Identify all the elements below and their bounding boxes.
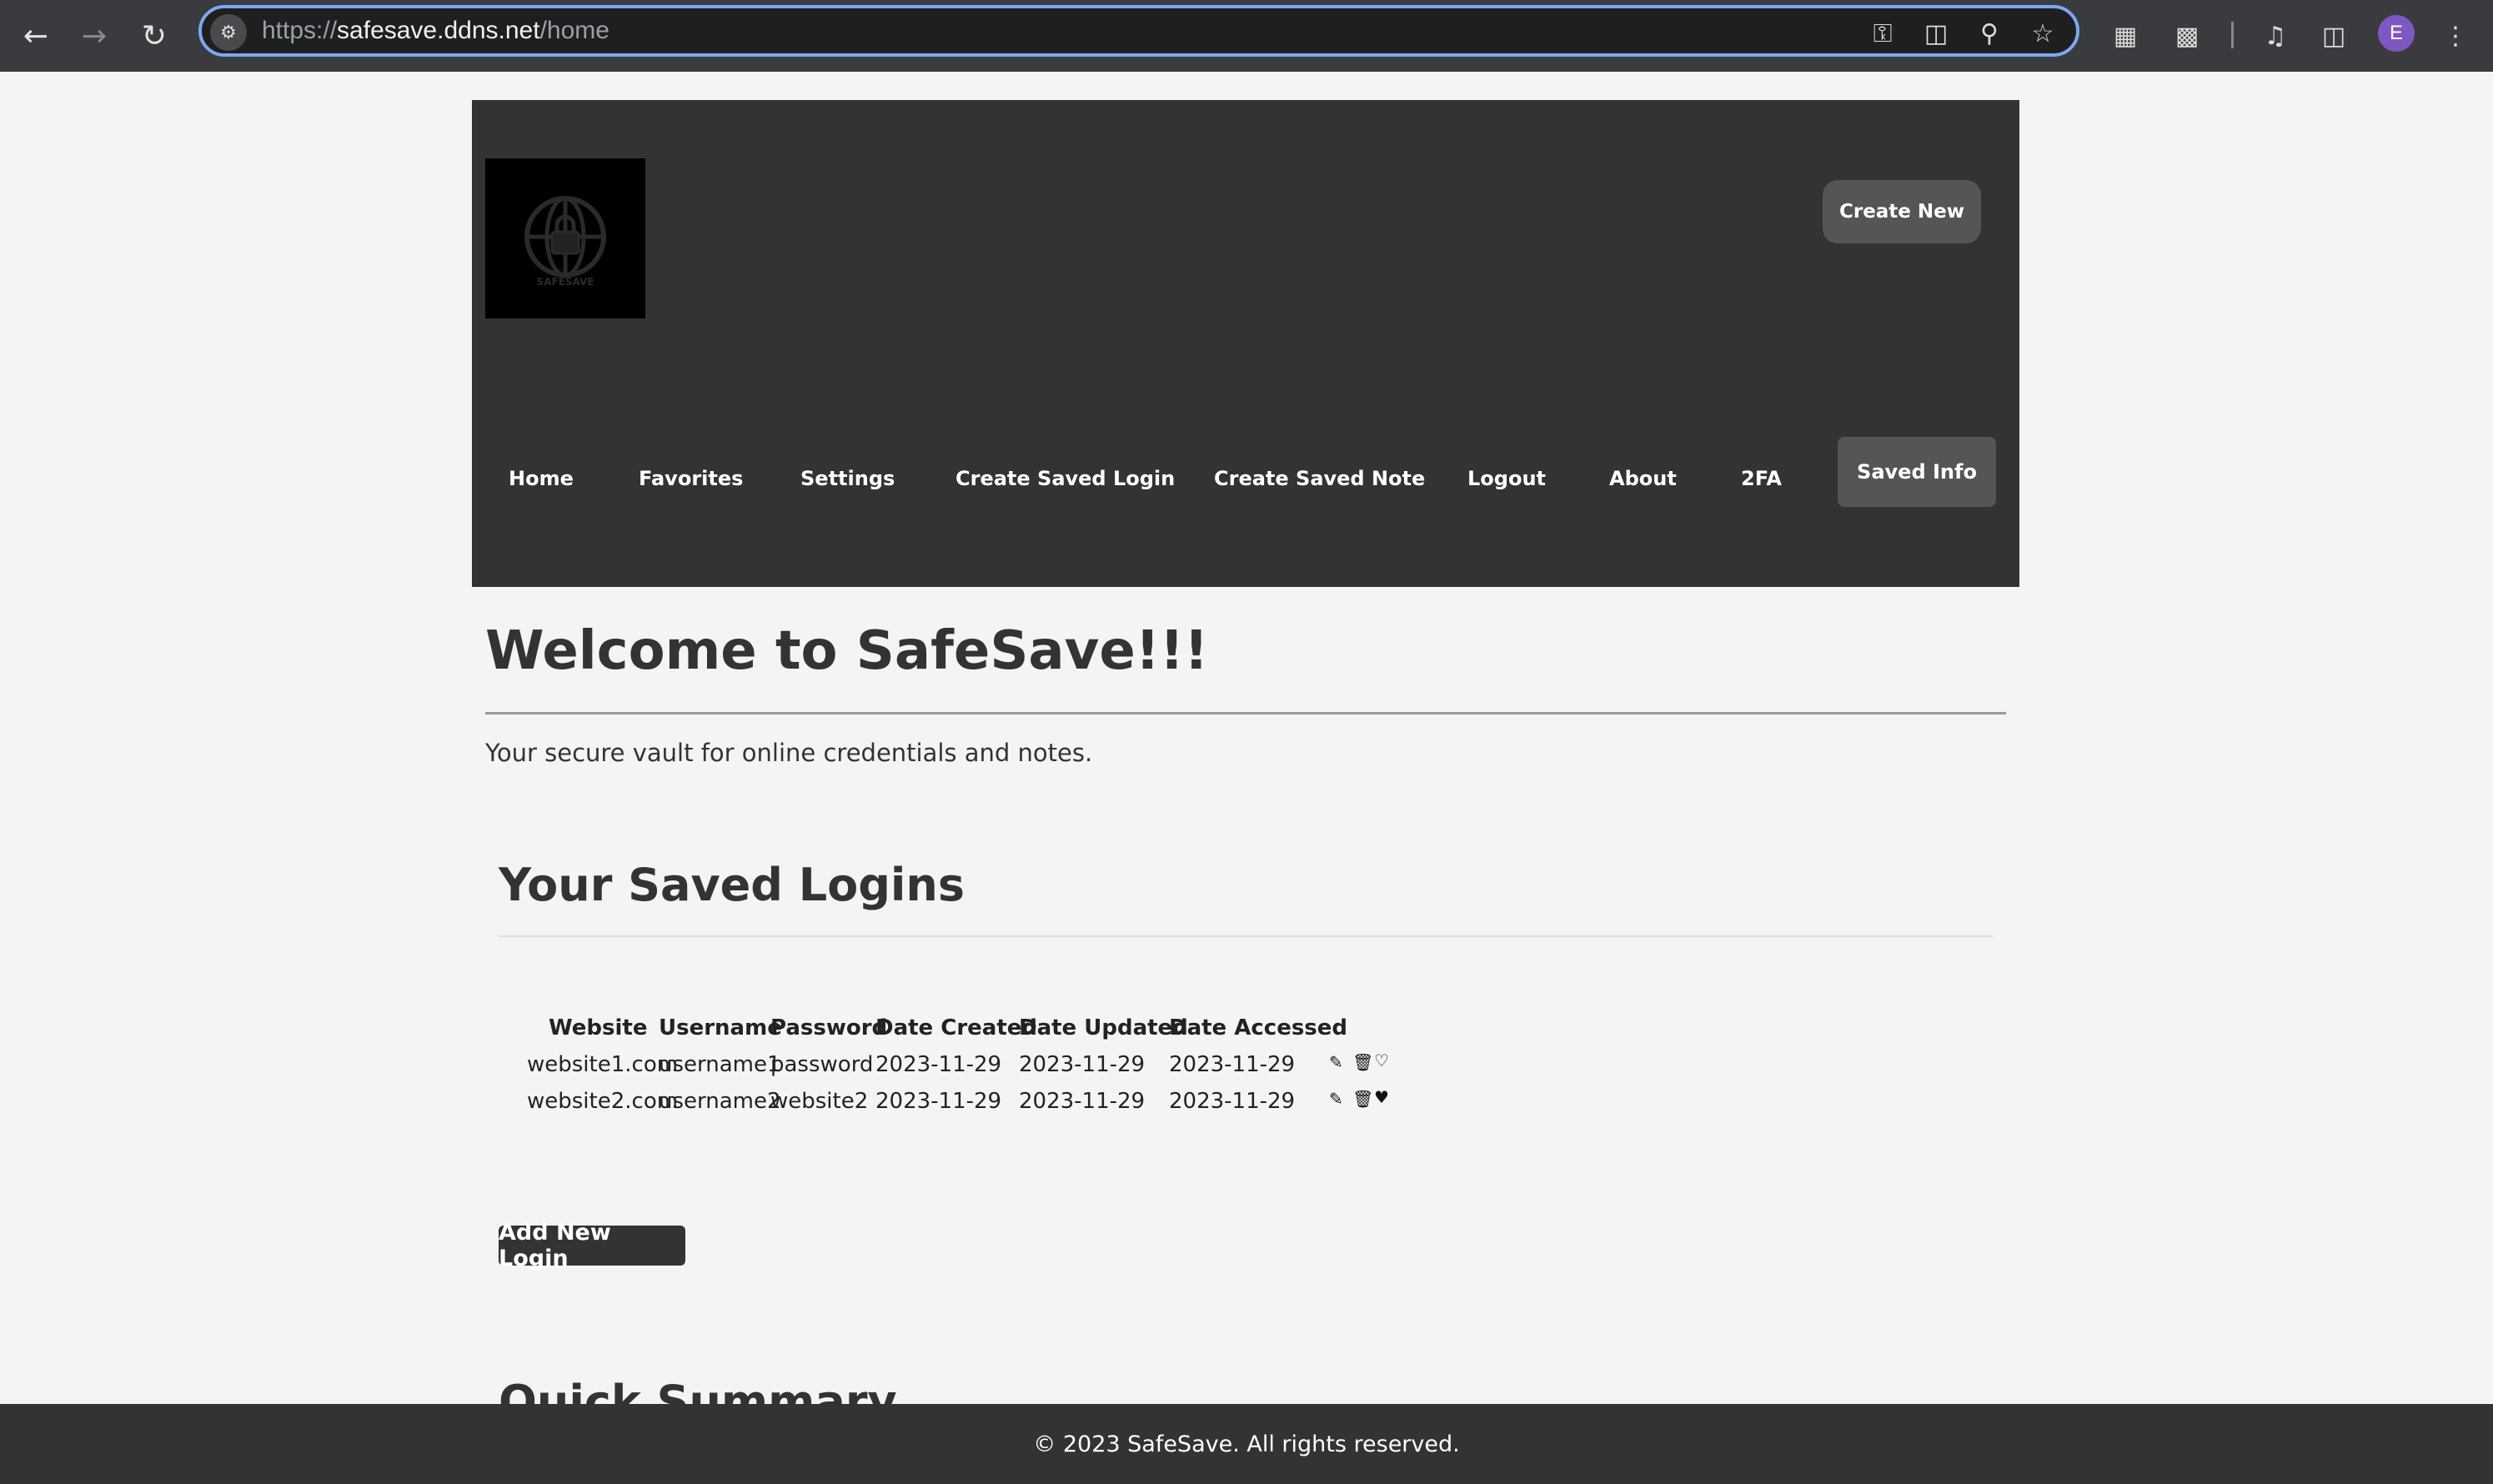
cell-created: 2023-11-29	[875, 1052, 1002, 1077]
nav-home[interactable]: Home	[509, 467, 574, 490]
nav-about[interactable]: About	[1609, 467, 1677, 490]
globe-lock-icon: SAFESAVE	[524, 196, 606, 288]
back-icon[interactable]: ←	[15, 15, 57, 57]
footer: © 2023 SafeSave. All rights reserved.	[0, 1404, 2493, 1484]
install-icon[interactable]: ◫	[1919, 17, 1953, 50]
cell-accessed: 2023-11-29	[1169, 1052, 1296, 1077]
edit-icon[interactable]: ✎	[1329, 1089, 1343, 1109]
add-new-login-button[interactable]: Add New Login	[499, 1220, 685, 1271]
logo[interactable]: SAFESAVE	[485, 158, 645, 318]
divider	[485, 712, 2006, 714]
url-text[interactable]: https://safesave.ddns.net/home	[262, 17, 609, 45]
trash-icon[interactable]: 🗑	[1352, 1089, 1373, 1109]
trash-icon[interactable]: 🗑	[1352, 1052, 1373, 1072]
nav-logout[interactable]: Logout	[1467, 467, 1546, 490]
cell-updated: 2023-11-29	[1019, 1089, 1146, 1114]
cell-created: 2023-11-29	[875, 1089, 1002, 1114]
nav-create-saved-login[interactable]: Create Saved Login	[956, 467, 1175, 490]
nav-2fa[interactable]: 2FA	[1741, 467, 1782, 490]
toolbar-divider	[2231, 22, 2234, 48]
create-new-button[interactable]: Create New	[1823, 180, 1981, 243]
column-header-website: Website	[549, 1015, 648, 1040]
cell-password: password	[770, 1052, 874, 1077]
column-header-updated: Date Updated	[1019, 1015, 1188, 1040]
divider	[499, 935, 1993, 937]
heart-filled-icon[interactable]: ♥	[1374, 1087, 1389, 1107]
media-icon[interactable]: ♫	[2256, 17, 2295, 55]
avatar[interactable]: E	[2378, 15, 2415, 52]
copyright-text: © 2023 SafeSave. All rights reserved.	[1033, 1431, 1460, 1457]
tagline: Your secure vault for online credentials…	[485, 739, 1093, 767]
cell-website: website1.com	[527, 1052, 679, 1077]
nav-favorites[interactable]: Favorites	[639, 467, 743, 490]
cell-updated: 2023-11-29	[1019, 1052, 1146, 1077]
key-icon[interactable]: ⚿	[1866, 17, 1899, 50]
cell-password: website2	[770, 1089, 869, 1114]
site-info-icon[interactable]: ⚙	[210, 14, 247, 51]
column-header-username: Username	[659, 1015, 782, 1040]
sidepanel-icon[interactable]: ◫	[2315, 17, 2353, 55]
menu-icon[interactable]: ⋮	[2436, 17, 2475, 55]
star-icon[interactable]: ☆	[2026, 17, 2059, 50]
svg-text:SAFESAVE: SAFESAVE	[537, 276, 594, 288]
browser-toolbar: ← → ↻ ⚙ https://safesave.ddns.net/home ⚿…	[0, 0, 2493, 72]
reload-icon[interactable]: ↻	[133, 15, 175, 57]
heart-outline-icon[interactable]: ♡	[1374, 1050, 1389, 1070]
zoom-icon[interactable]: ⚲	[1973, 17, 2006, 50]
extensions-icon[interactable]: ▩	[2168, 17, 2206, 55]
address-bar[interactable]: ⚙ https://safesave.ddns.net/home ⚿ ◫ ⚲ ☆	[198, 5, 2079, 57]
saved-logins-title: Your Saved Logins	[499, 859, 965, 911]
cell-accessed: 2023-11-29	[1169, 1089, 1296, 1114]
nav-create-saved-note[interactable]: Create Saved Note	[1214, 467, 1425, 490]
nav-settings[interactable]: Settings	[800, 467, 895, 490]
column-header-accessed: Date Accessed	[1169, 1015, 1348, 1040]
qr-icon[interactable]: ▦	[2106, 17, 2144, 55]
column-header-created: Date Created	[875, 1015, 1037, 1040]
cell-username: username1	[659, 1052, 781, 1077]
page-title: Welcome to SafeSave!!!	[485, 620, 1209, 682]
cell-website: website2.com	[527, 1089, 679, 1114]
saved-info-button[interactable]: Saved Info	[1838, 437, 1996, 507]
column-header-password: Password	[770, 1015, 888, 1040]
cell-username: username2	[659, 1089, 781, 1114]
forward-icon[interactable]: →	[73, 15, 115, 57]
edit-icon[interactable]: ✎	[1329, 1052, 1343, 1072]
site-header: SAFESAVE Create New Home Favorites Setti…	[472, 100, 2019, 587]
